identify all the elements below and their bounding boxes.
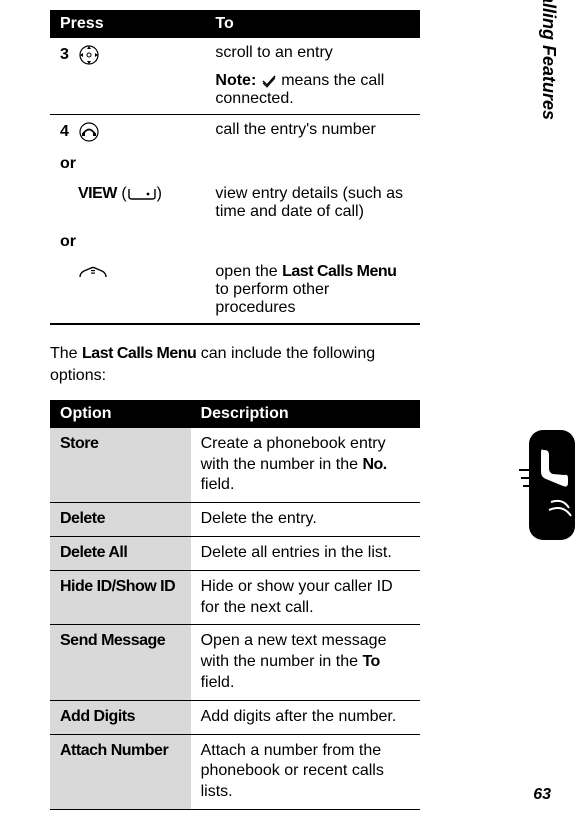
- option-desc: Delete the entry.: [191, 503, 420, 537]
- or-label-2: or: [50, 227, 205, 257]
- view-label: VIEW: [78, 185, 117, 202]
- option-header-row: Option Description: [50, 400, 420, 428]
- step-3-action-text: scroll to an entry: [215, 44, 410, 62]
- intro-menu-kw: Last Calls Menu: [82, 345, 196, 362]
- step-4-or-1: or: [50, 149, 420, 179]
- option-desc: Open a new text message with the number …: [191, 625, 420, 700]
- step-4-action-3: open the Last Calls Menu to perform othe…: [205, 257, 420, 324]
- press-header-row: Press To: [50, 10, 420, 38]
- step-4-a3-a: open the: [215, 263, 282, 280]
- step-4-or-2: or: [50, 227, 420, 257]
- option-desc: Attach a number from the phonebook or re…: [191, 734, 420, 809]
- last-calls-menu-kw: Last Calls Menu: [282, 263, 396, 280]
- option-header-option: Option: [50, 400, 191, 428]
- step-3-number: 3: [60, 46, 74, 64]
- option-row: Attach Number Attach a number from the p…: [50, 734, 420, 809]
- right-softkey-icon: [127, 187, 157, 201]
- option-row: Store Create a phonebook entry with the …: [50, 428, 420, 503]
- step-4-press-2: VIEW ( ): [50, 179, 205, 227]
- phone-side-icon: [519, 430, 575, 545]
- intro-a: The: [50, 345, 82, 362]
- menu-key-icon: [78, 265, 108, 279]
- step-3-note: Note: means the call connected.: [215, 72, 410, 108]
- option-row: Add Digits Add digits after the number.: [50, 700, 420, 734]
- option-name: Delete All: [50, 536, 191, 570]
- option-row: Send Message Open a new text message wit…: [50, 625, 420, 700]
- step-4-row-3: open the Last Calls Menu to perform othe…: [50, 257, 420, 324]
- step-3-note-label: Note:: [215, 72, 256, 89]
- step-4-row-1: 4 call the entry's number: [50, 115, 420, 150]
- step-4-press-1: 4: [50, 115, 205, 150]
- step-4-press-3: [50, 257, 205, 324]
- check-icon: [261, 73, 277, 89]
- scroll-icon: [78, 44, 100, 66]
- option-desc: Add digits after the number.: [191, 700, 420, 734]
- press-to-table: Press To 3: [50, 10, 420, 325]
- option-name: Attach Number: [50, 734, 191, 809]
- option-table: Option Description Store Create a phoneb…: [50, 400, 420, 810]
- option-header-desc: Description: [191, 400, 420, 428]
- option-row: Delete Delete the entry.: [50, 503, 420, 537]
- call-icon: [78, 121, 100, 143]
- step-4-number: 4: [60, 123, 74, 141]
- option-name: Store: [50, 428, 191, 503]
- step-4-action-2: view entry details (such as time and dat…: [205, 179, 420, 227]
- press-header-press: Press: [50, 10, 205, 38]
- option-row: Delete All Delete all entries in the lis…: [50, 536, 420, 570]
- step-4-row-2: VIEW ( ) view entry details (such as tim…: [50, 179, 420, 227]
- option-desc: Create a phonebook entry with the number…: [191, 428, 420, 503]
- option-name: Add Digits: [50, 700, 191, 734]
- or-label-1: or: [50, 149, 205, 179]
- option-desc: Delete all entries in the list.: [191, 536, 420, 570]
- option-desc: Hide or show your caller ID for the next…: [191, 570, 420, 625]
- page-content: Press To 3: [0, 0, 500, 820]
- press-header-to: To: [205, 10, 420, 38]
- step-3-action: scroll to an entry Note: means the call …: [205, 38, 420, 115]
- step-4-a3-b: to perform other procedures: [215, 281, 329, 316]
- paren-open: (: [117, 185, 127, 202]
- option-row: Hide ID/Show ID Hide or show your caller…: [50, 570, 420, 625]
- option-name: Delete: [50, 503, 191, 537]
- paren-close: ): [157, 185, 162, 202]
- step-4-action-1: call the entry's number: [205, 115, 420, 150]
- step-3-press: 3: [50, 38, 205, 115]
- option-name: Hide ID/Show ID: [50, 570, 191, 625]
- option-name: Send Message: [50, 625, 191, 700]
- step-3-row: 3 scroll to an entry: [50, 38, 420, 115]
- side-section-label: Calling Features: [538, 0, 559, 120]
- intro-line: The Last Calls Menu can include the foll…: [50, 343, 420, 388]
- page-number: 63: [533, 786, 551, 804]
